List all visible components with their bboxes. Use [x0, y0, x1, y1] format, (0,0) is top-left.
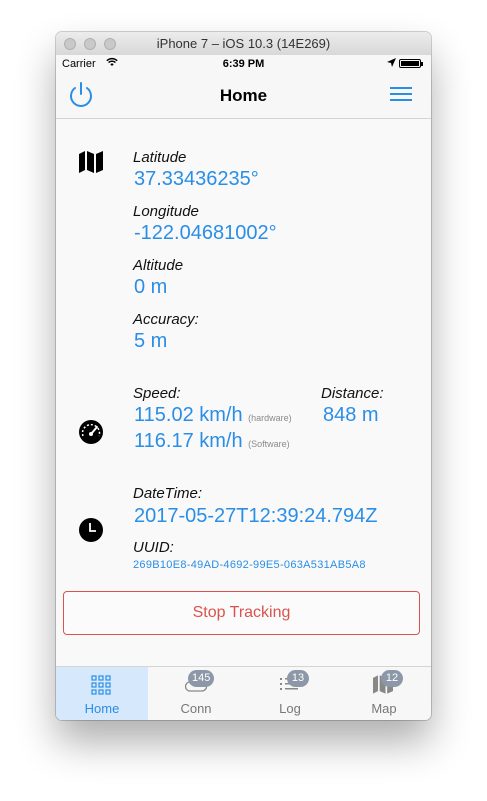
stop-tracking-button[interactable]: Stop Tracking: [63, 591, 420, 635]
latitude-value: 37.33436235°: [134, 168, 259, 190]
tab-conn-label: Conn: [180, 701, 212, 716]
accuracy-label: Accuracy:: [133, 311, 199, 328]
menu-line: [390, 87, 412, 89]
longitude-label: Longitude: [133, 203, 199, 220]
navigation-bar: Home: [56, 73, 431, 119]
speed-software-note: (Software): [248, 439, 290, 449]
tab-map-label: Map: [371, 701, 397, 716]
page-title: Home: [219, 86, 268, 105]
menu-line: [390, 99, 412, 101]
tab-home-label: Home: [84, 701, 120, 716]
distance-label: Distance:: [321, 385, 384, 402]
simulator-window: iPhone 7 – iOS 10.3 (14E269) Carrier 6:3…: [56, 32, 431, 720]
hamburger-menu-button[interactable]: [390, 87, 412, 103]
altitude-label: Altitude: [133, 257, 184, 274]
grid-icon: [91, 675, 111, 695]
datetime-label: DateTime:: [133, 485, 203, 502]
latitude-label: Latitude: [133, 149, 187, 166]
window-titlebar: iPhone 7 – iOS 10.3 (14E269): [56, 32, 431, 56]
tab-log[interactable]: 13 Log: [244, 667, 336, 720]
speed-label: Speed:: [133, 385, 181, 402]
datetime-value: 2017-05-27T12:39:24.794Z: [134, 505, 378, 527]
speed-hardware-row: 115.02 km/h (hardware): [134, 404, 292, 427]
clock-icon: [79, 518, 103, 542]
location-arrow-icon: [387, 58, 396, 67]
tab-log-label: Log: [279, 701, 301, 716]
menu-line: [390, 93, 412, 95]
speed-software-row: 116.17 km/h (Software): [134, 430, 290, 453]
map-icon: [79, 151, 103, 173]
conn-count-badge: 145: [188, 670, 215, 687]
altitude-value: 0 m: [134, 276, 168, 298]
map-count-badge: 12: [381, 670, 403, 687]
speed-software-value: 116.17 km/h: [134, 430, 243, 452]
tab-bar: Home 145 Conn 13 Log 12 Map: [56, 666, 431, 720]
log-count-badge: 13: [287, 670, 309, 687]
battery-icon: [399, 59, 423, 68]
ios-status-bar: Carrier 6:39 PM: [56, 55, 431, 73]
status-time: 6:39 PM: [222, 58, 265, 70]
uuid-value: 269B10E8-49AD-4692-99E5-063A531AB5A8: [133, 559, 366, 571]
speed-hardware-value: 115.02 km/h: [134, 404, 243, 426]
speed-hardware-note: (hardware): [248, 413, 292, 423]
tab-home[interactable]: Home: [56, 667, 148, 720]
window-title: iPhone 7 – iOS 10.3 (14E269): [156, 36, 331, 51]
longitude-value: -122.04681002°: [134, 222, 277, 244]
tab-map[interactable]: 12 Map: [338, 667, 430, 720]
speedometer-icon: [79, 420, 103, 444]
distance-value: 848 m: [323, 404, 379, 426]
home-content: Latitude 37.33436235° Longitude -122.046…: [56, 119, 431, 666]
tab-conn[interactable]: 145 Conn: [150, 667, 242, 720]
accuracy-value: 5 m: [134, 330, 168, 352]
uuid-label: UUID:: [133, 539, 174, 556]
